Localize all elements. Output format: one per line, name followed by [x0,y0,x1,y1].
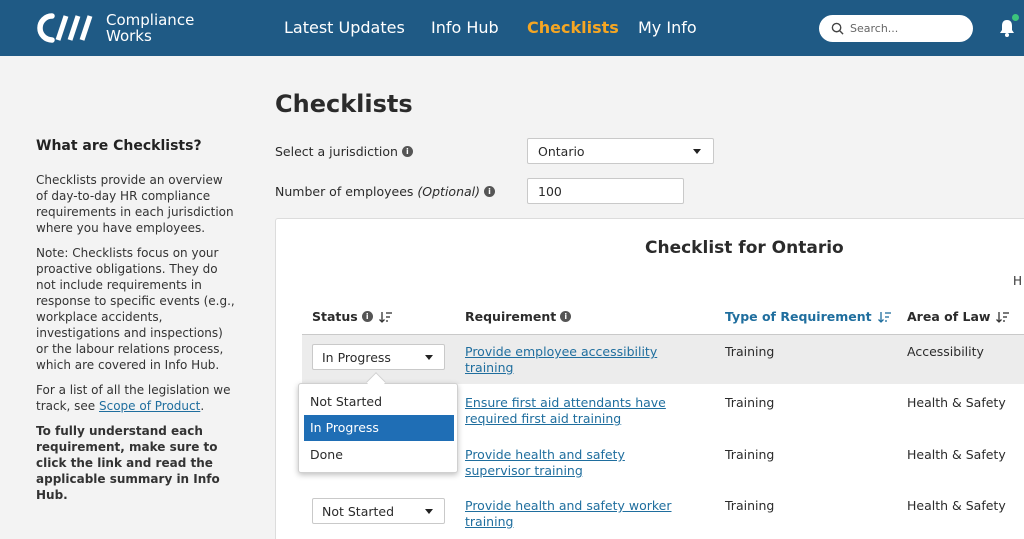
column-header-requirement-label: Requirement [465,309,557,324]
requirement-link[interactable]: Provide health and safety supervisor tra… [465,447,680,479]
info-icon[interactable]: i [401,146,413,157]
employees-optional-text: (Optional) [417,184,481,199]
employees-label-text: Number of employees [275,184,414,199]
column-header-area[interactable]: Area of Law [907,309,1010,324]
chevron-down-icon [693,149,701,154]
sidebar-para-note: Note: Checklists focus on your proactive… [36,246,235,372]
jurisdiction-select-value: Ontario [538,144,585,159]
search-box[interactable] [819,15,973,42]
scope-of-product-link[interactable]: Scope of Product [99,399,200,413]
info-icon[interactable]: i [361,311,373,322]
chevron-down-icon [425,355,433,360]
sidebar-scope-suffix: . [200,399,205,413]
notification-dot [1012,14,1019,21]
sidebar-para-instructions: To fully understand each requirement, ma… [36,424,220,502]
requirement-link[interactable]: Provide employee accessibility training [465,344,680,376]
type-cell: Training [725,498,775,513]
nav-info-hub[interactable]: Info Hub [431,18,499,37]
status-select-value: Not Started [322,504,395,519]
area-cell: Health & Safety [907,498,1006,513]
jurisdiction-label-text: Select a jurisdiction [275,144,398,159]
search-icon [831,22,844,35]
compliance-works-logo-icon [37,13,93,43]
search-input[interactable] [850,22,960,35]
employees-label: Number of employees (Optional) i [275,184,496,199]
logo-text-line1: Compliance [106,11,195,29]
notification-bell-icon[interactable] [998,18,1016,38]
chevron-down-icon [425,509,433,514]
sidebar-heading: What are Checklists? [36,138,202,154]
status-select[interactable]: In Progress [312,344,445,370]
sort-icon[interactable] [877,311,892,323]
status-option-done[interactable]: Done [304,442,454,468]
status-option-not-started[interactable]: Not Started [304,389,454,415]
column-header-status[interactable]: Status i [312,309,393,324]
column-header-requirement[interactable]: Requirement i [465,309,572,324]
nav-latest-updates[interactable]: Latest Updates [284,18,405,37]
column-header-status-label: Status [312,309,358,324]
nav-my-info[interactable]: My Info [638,18,697,37]
logo-text: Compliance Works [106,12,194,44]
logo[interactable]: Compliance Works [36,10,194,46]
status-select[interactable]: Not Started [312,498,445,524]
status-select-value: In Progress [322,350,391,365]
checklist-title: Checklist for Ontario [645,238,844,258]
logo-text-line2: Works [106,27,152,45]
column-header-type[interactable]: Type of Requirement [725,309,892,324]
area-cell: Health & Safety [907,395,1006,410]
type-cell: Training [725,447,775,462]
column-header-area-label: Area of Law [907,309,991,324]
sidebar-para-overview: Checklists provide an overview of day-to… [36,173,234,235]
employees-input-value: 100 [538,184,562,199]
info-icon[interactable]: i [560,311,572,322]
employees-input[interactable]: 100 [527,178,684,204]
requirement-link[interactable]: Provide health and safety worker trainin… [465,498,680,530]
area-cell: Accessibility [907,344,984,359]
nav-checklists[interactable]: Checklists [527,18,619,37]
status-option-in-progress[interactable]: In Progress [304,415,454,441]
column-header-type-label: Type of Requirement [725,309,872,324]
sort-icon[interactable] [378,311,393,323]
info-icon[interactable]: i [484,186,496,197]
area-cell: Health & Safety [907,447,1006,462]
type-cell: Training [725,344,775,359]
type-cell: Training [725,395,775,410]
page-title: Checklists [275,90,413,118]
sidebar: What are Checklists? Checklists provide … [36,138,236,512]
jurisdiction-label: Select a jurisdiction i [275,144,413,159]
truncated-text: H [1013,274,1023,288]
requirement-link[interactable]: Ensure first aid attendants have require… [465,395,680,427]
sort-icon[interactable] [996,311,1010,323]
jurisdiction-select[interactable]: Ontario [527,138,714,164]
sidebar-para-scope: For a list of all the legislation we tra… [36,382,236,414]
